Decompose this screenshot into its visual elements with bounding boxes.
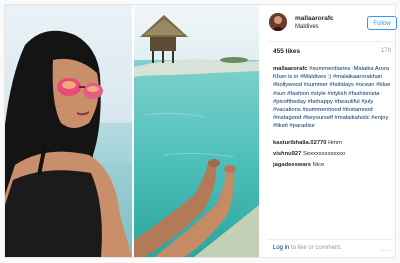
comment-username[interactable]: kasturibhalla.02770	[273, 140, 327, 146]
comment-text: Nice	[312, 162, 325, 168]
photo-portrait	[5, 5, 132, 257]
page-background: mallaarorafc Maldives Follow 455 likes 1…	[0, 0, 400, 263]
caption-username[interactable]: mallaarorafc	[273, 66, 307, 72]
comment-username[interactable]: vishnu927	[273, 151, 301, 157]
comment-username[interactable]: jagadeeswars	[273, 162, 311, 168]
login-link[interactable]: Log in	[273, 245, 289, 251]
post-time[interactable]: 17h	[381, 48, 391, 54]
avatar-image	[269, 13, 287, 31]
more-options-icon[interactable]: ...	[381, 244, 391, 253]
caption-hashtags[interactable]: #malaikaarorakhan #bollywood #summer #ho…	[273, 74, 390, 129]
lagoon-image	[134, 5, 259, 257]
comment-text: Sexxxxxxxxxxxo	[302, 151, 346, 157]
comment-item: kasturibhalla.02770 Hmm	[273, 140, 393, 146]
hashtag-maldives[interactable]: #Maldives	[300, 74, 326, 80]
location-link[interactable]: Maldives	[295, 24, 319, 30]
post-photo[interactable]	[5, 5, 259, 257]
caption-smiley: :)	[326, 74, 332, 81]
caption: mallaarorafc #summerdiaries :Malaika Aro…	[273, 65, 393, 131]
user-avatar[interactable]	[269, 13, 287, 31]
post-header: mallaarorafc Maldives Follow	[269, 13, 397, 37]
username[interactable]: mallaarorafc	[295, 15, 334, 22]
instagram-post: mallaarorafc Maldives Follow 455 likes 1…	[4, 4, 397, 258]
comment-item: jagadeeswars Nice	[273, 162, 393, 168]
follow-button[interactable]: Follow	[367, 16, 397, 30]
comment-text: Hmm	[328, 140, 342, 146]
login-prompt: Log in to like or comment.	[273, 245, 342, 251]
header-divider	[267, 41, 393, 42]
footer-divider	[267, 239, 393, 240]
portrait-image	[5, 5, 132, 257]
likes-count[interactable]: 455 likes	[273, 48, 300, 55]
photo-lagoon	[134, 5, 259, 257]
comment-item: vishnu927 Sexxxxxxxxxxxo	[273, 151, 393, 157]
login-prompt-text: to like or comment.	[289, 245, 342, 251]
post-sidebar: mallaarorafc Maldives Follow 455 likes 1…	[263, 5, 397, 257]
